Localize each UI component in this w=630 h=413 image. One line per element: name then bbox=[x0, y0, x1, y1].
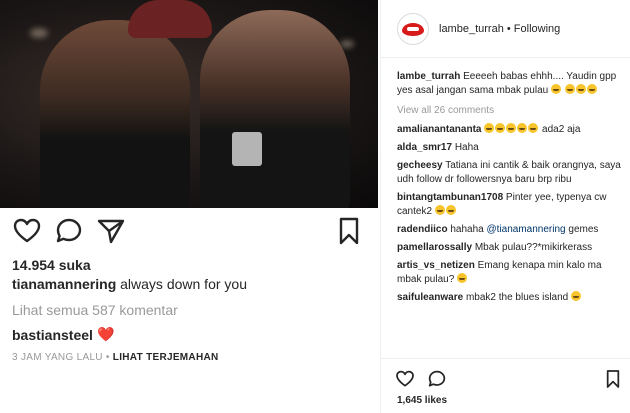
header-account: lambe_turrah • Following bbox=[439, 23, 560, 35]
desktop-comments-panel: lambe_turrah • Following lambe_turrah Ee… bbox=[380, 0, 630, 413]
comment-item: bastiansteel ❤️ bbox=[12, 326, 114, 343]
post-timestamp: 3 JAM YANG LALU • LIHAT TERJEMAHAN bbox=[12, 352, 219, 363]
avatar[interactable] bbox=[397, 12, 429, 45]
comment-text: Mbak pulau??*mikirkerass bbox=[474, 242, 593, 253]
follow-status[interactable]: Following bbox=[514, 23, 560, 35]
post-footer: 1,645 likes bbox=[381, 358, 630, 413]
comment-text: ada2 aja bbox=[542, 124, 581, 135]
grinning-emoji bbox=[506, 123, 517, 133]
comment-item: pamellarossally Mbak pulau??*mikirkerass bbox=[397, 241, 622, 255]
heart-icon[interactable] bbox=[12, 216, 42, 246]
comment-text: hahaha bbox=[450, 224, 484, 235]
grinning-emoji bbox=[457, 273, 468, 283]
shirt-logo bbox=[232, 132, 262, 166]
separator-dot: • bbox=[503, 22, 514, 35]
comment-username[interactable]: artis_vs_netizen bbox=[397, 260, 475, 271]
comment-item: gecheesy Tatiana ini cantik & baik orang… bbox=[397, 159, 622, 187]
grinning-emoji bbox=[550, 84, 561, 94]
comment-username[interactable]: pamellarossally bbox=[397, 242, 472, 253]
like-count[interactable]: 1,645 likes bbox=[397, 395, 447, 406]
caption-text: always down for you bbox=[120, 276, 247, 292]
time-ago: 3 JAM YANG LALU bbox=[12, 352, 103, 363]
post-actions bbox=[10, 216, 368, 246]
like-count[interactable]: 14.954 suka bbox=[12, 257, 91, 273]
translate-link[interactable]: LIHAT TERJEMAHAN bbox=[113, 352, 219, 363]
comment-item: bintangtambunan1708 Pinter yee, typenya … bbox=[397, 191, 622, 219]
bookmark-icon[interactable] bbox=[334, 216, 364, 246]
comment-item: amalianantananta ada2 aja bbox=[397, 123, 622, 137]
comment-item: alda_smr17 Haha bbox=[397, 141, 622, 155]
account-name[interactable]: lambe_turrah bbox=[439, 23, 504, 35]
lips-teeth bbox=[407, 26, 419, 31]
comment-item: saifuleanware mbak2 the blues island bbox=[397, 291, 622, 305]
comment-username[interactable]: alda_smr17 bbox=[397, 142, 452, 153]
view-all-comments-link[interactable]: Lihat semua 587 komentar bbox=[12, 302, 178, 318]
bokeh-light bbox=[30, 28, 48, 38]
separator-dot: • bbox=[102, 352, 113, 363]
grinning-emoji bbox=[495, 123, 506, 133]
person-left bbox=[40, 20, 190, 208]
comment-username[interactable]: lambe_turrah bbox=[397, 71, 460, 82]
grinning-emoji bbox=[484, 123, 495, 133]
grinning-emoji bbox=[571, 291, 582, 301]
heart-icon[interactable] bbox=[395, 369, 415, 389]
view-all-comments-link[interactable]: View all 26 comments bbox=[397, 104, 622, 118]
grinning-emoji bbox=[564, 84, 575, 94]
grinning-emoji bbox=[575, 84, 586, 94]
comment-item: radendiico hahaha @tianamannering gemes bbox=[397, 223, 622, 237]
comment-icon[interactable] bbox=[427, 369, 447, 389]
comment-username[interactable]: radendiico bbox=[397, 224, 448, 235]
grinning-emoji bbox=[517, 123, 528, 133]
comment-username[interactable]: gecheesy bbox=[397, 160, 443, 171]
comments-list: lambe_turrah Eeeeeh babas ehhh.... Yaudi… bbox=[397, 70, 622, 309]
person-right bbox=[200, 10, 350, 208]
grinning-emoji bbox=[586, 84, 597, 94]
grinning-emoji bbox=[434, 205, 445, 215]
comment-username[interactable]: amalianantananta bbox=[397, 124, 481, 135]
bookmark-icon[interactable] bbox=[603, 369, 623, 389]
comment-text: mbak2 the blues island bbox=[465, 292, 569, 303]
send-icon[interactable] bbox=[96, 216, 126, 246]
mobile-post: 14.954 suka tianamannering always down f… bbox=[0, 0, 378, 413]
caption-username[interactable]: tianamannering bbox=[12, 276, 116, 292]
grinning-emoji bbox=[528, 123, 539, 133]
caption-comment: lambe_turrah Eeeeeh babas ehhh.... Yaudi… bbox=[397, 70, 622, 98]
comment-text: gemes bbox=[568, 224, 599, 235]
grinning-emoji bbox=[445, 205, 456, 215]
comment-username[interactable]: bintangtambunan1708 bbox=[397, 192, 503, 203]
comment-username[interactable]: saifuleanware bbox=[397, 292, 463, 303]
post-header: lambe_turrah • Following bbox=[381, 0, 630, 58]
comment-icon[interactable] bbox=[54, 216, 84, 246]
comment-text: Haha bbox=[454, 142, 479, 153]
comment-username[interactable]: bastiansteel bbox=[12, 327, 93, 343]
red-cap bbox=[128, 0, 212, 38]
comment-item: artis_vs_netizen Emang kenapa min kalo m… bbox=[397, 259, 622, 287]
red-heart-emoji: ❤️ bbox=[96, 326, 115, 342]
mention-link[interactable]: @tianamannering bbox=[487, 224, 566, 235]
post-photo[interactable] bbox=[0, 0, 378, 208]
post-caption: tianamannering always down for you bbox=[12, 276, 247, 292]
